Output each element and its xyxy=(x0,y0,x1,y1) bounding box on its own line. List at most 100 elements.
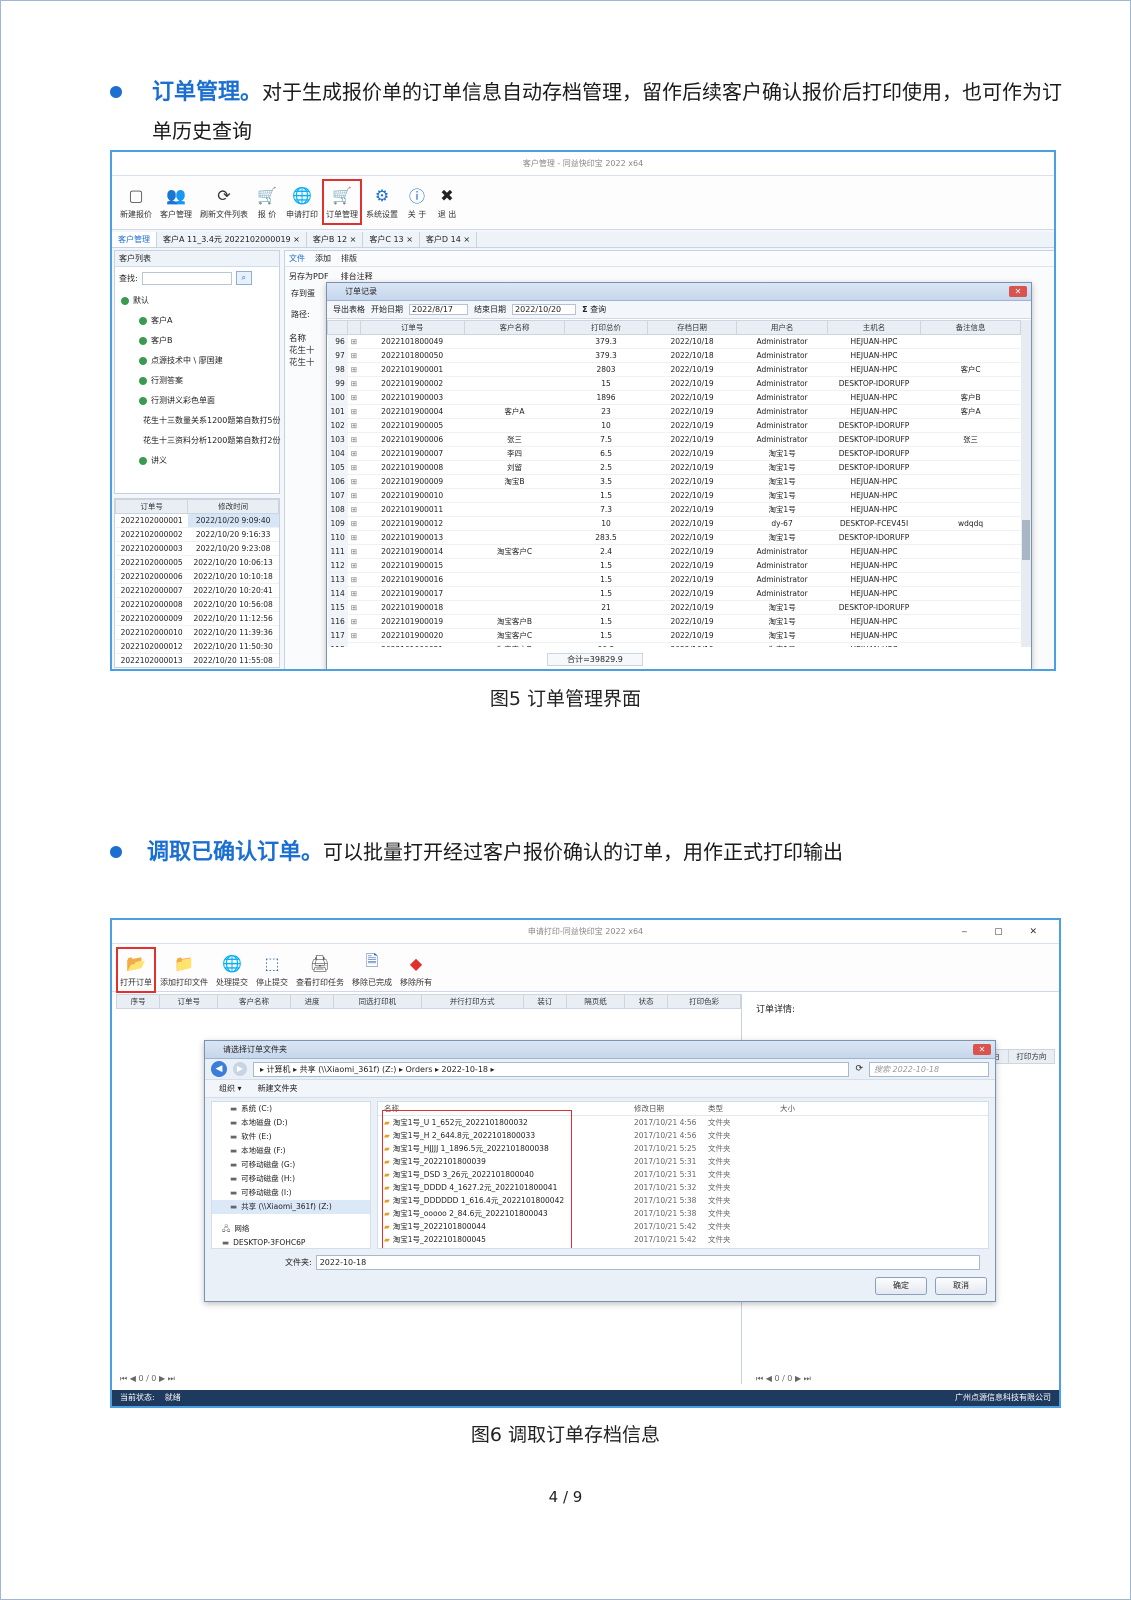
left-pager[interactable]: ⏮ ◀ 0 / 0 ▶ ⏭ xyxy=(120,1374,175,1384)
expand-icon[interactable]: ⊞ xyxy=(347,502,361,517)
expand-icon[interactable]: ⊞ xyxy=(347,516,361,531)
expand-icon[interactable]: ⊞ xyxy=(347,600,361,615)
exit-button[interactable]: ✖ 退 出 xyxy=(435,182,459,222)
quote-button[interactable]: 🛒 报 价 xyxy=(255,182,279,222)
tree-item[interactable]: 讲义 xyxy=(121,451,273,471)
scrollbar[interactable] xyxy=(1021,320,1031,647)
tree-item[interactable]: 花生十三数量关系1200题第自数打5份 xyxy=(121,411,280,431)
expand-icon[interactable]: ⊞ xyxy=(347,628,361,643)
column-header[interactable]: 并行打印方式 xyxy=(420,994,524,1009)
table-row[interactable]: 112 ⊞ 2022101900015 1.5 2022/10/19 Administra… xyxy=(327,558,1021,573)
table-row[interactable]: 110 ⊞ 2022101900013 283.5 2022/10/19 淘宝1号 DESK… xyxy=(327,530,1021,545)
tree-item[interactable]: 行测答案 xyxy=(121,371,273,391)
table-row[interactable]: 114 ⊞ 2022101900017 1.5 2022/10/19 Administra… xyxy=(327,586,1021,601)
table-row[interactable]: 2022102000005 2022/10/20 10:06:13 xyxy=(115,555,279,570)
table-row[interactable]: 2022102000001 2022/10/20 9:09:40 xyxy=(115,513,279,528)
column-header[interactable]: 客户名称 xyxy=(217,994,291,1009)
search-icon[interactable]: ⌕ xyxy=(235,271,252,285)
save-pdf-button[interactable]: 另存为PDF xyxy=(289,271,329,282)
add-print-file-button[interactable]: 📁 添加打印文件 xyxy=(159,950,209,990)
nav-item[interactable]: ▬ DESKTOP-3FOHC6P xyxy=(212,1236,370,1248)
column-header[interactable]: 订单号 xyxy=(115,499,189,514)
column-header[interactable]: 同选打印机 xyxy=(333,994,422,1009)
table-row[interactable]: 96 ⊞ 2022101800049 379.3 2022/10/18 Administr… xyxy=(327,334,1021,349)
back-icon[interactable]: ◀ xyxy=(211,1061,227,1077)
tab-3[interactable]: 客户C 13 × xyxy=(363,232,420,247)
print-request-button[interactable]: 🌐 申请打印 xyxy=(285,182,319,222)
close-icon[interactable]: ✕ xyxy=(1009,286,1027,297)
table-row[interactable]: 104 ⊞ 2022101900007 李四 6.5 2022/10/19 淘宝1号 DESK… xyxy=(327,446,1021,461)
refresh-file-list-button[interactable]: ⟳ 刷新文件列表 xyxy=(199,182,249,222)
folder-field[interactable]: 2022-10-18 xyxy=(315,1255,980,1270)
expand-icon[interactable]: ⊞ xyxy=(347,530,361,545)
expand-icon[interactable]: ⊞ xyxy=(347,348,361,363)
table-row[interactable]: 118⊞2022101900021淘宝客户D99.52022/10/19淘宝1号… xyxy=(327,642,1021,647)
nav-item[interactable]: ▬ 本地磁盘 (D:) xyxy=(212,1116,370,1130)
expand-icon[interactable]: ⊞ xyxy=(347,488,361,503)
window-controls[interactable]: ‒ ▢ ✕ xyxy=(962,920,1050,944)
table-row[interactable]: 100 ⊞ 2022101900003 1896 2022/10/19 Administr… xyxy=(327,390,1021,405)
table-row[interactable]: 2022102000013 2022/10/20 11:55:08 xyxy=(115,653,279,667)
table-row[interactable]: 115 ⊞ 2022101900018 21 2022/10/19 淘宝1号 DESKTOP… xyxy=(327,600,1021,615)
column-header[interactable]: 大小 xyxy=(774,1102,834,1115)
table-row[interactable]: 2022102000007 2022/10/20 10:20:41 xyxy=(115,583,279,598)
column-header[interactable]: 打印方向 xyxy=(1007,1049,1056,1064)
column-header[interactable]: 备注信息 xyxy=(920,320,1021,335)
tree-item[interactable]: 花生十三资料分析1200题第自数打2份 xyxy=(121,431,280,451)
table-row[interactable]: 106 ⊞ 2022101900009 淘宝B 3.5 2022/10/19 淘宝1号 HEJ… xyxy=(327,474,1021,489)
table-row[interactable]: 105 ⊞ 2022101900008 刘留 2.5 2022/10/19 淘宝1号 DESK… xyxy=(327,460,1021,475)
close-icon[interactable]: ✕ xyxy=(973,1044,991,1055)
tree-item[interactable]: 客户B xyxy=(121,331,273,351)
annotation-button[interactable]: 排台注释 xyxy=(341,271,373,282)
column-header[interactable]: 修改日期 xyxy=(628,1102,702,1115)
ribbon-tab[interactable]: 排版 xyxy=(341,253,357,264)
table-row[interactable]: 116 ⊞ 2022101900019 淘宝客户B 1.5 2022/10/19 淘宝1号 H… xyxy=(327,614,1021,629)
column-header[interactable]: 存档日期 xyxy=(646,320,738,335)
expand-icon[interactable]: ⊞ xyxy=(347,474,361,489)
tab-4[interactable]: 客户D 14 × xyxy=(420,232,478,247)
table-row[interactable]: 2022102000009 2022/10/20 11:12:56 xyxy=(115,611,279,626)
table-row[interactable]: 117 ⊞ 2022101900020 淘宝客户C 1.5 2022/10/19 淘宝1号 H… xyxy=(327,628,1021,643)
expand-icon[interactable]: ⊞ xyxy=(347,418,361,433)
nav-item[interactable]: ▬ 共享 (\\Xiaomi_361f) (Z:) xyxy=(212,1200,370,1214)
table-row[interactable]: 108 ⊞ 2022101900011 7.3 2022/10/19 淘宝1号 HEJUAN… xyxy=(327,502,1021,517)
column-header[interactable]: 打印色彩 xyxy=(667,994,741,1009)
table-row[interactable]: 109 ⊞ 2022101900012 10 2022/10/19 dy-67 DESKTO… xyxy=(327,516,1021,531)
query-button[interactable]: Σ 查询 xyxy=(582,304,606,315)
table-row[interactable]: 2022102000002 2022/10/20 9:16:33 xyxy=(115,527,279,542)
new-quote-button[interactable]: ▢ 新建报价 xyxy=(119,182,153,222)
export-table-button[interactable]: 导出表格 xyxy=(333,304,365,315)
expand-icon[interactable]: ⊞ xyxy=(347,446,361,461)
column-header[interactable] xyxy=(327,320,349,335)
system-settings-button[interactable]: ⚙ 系统设置 xyxy=(365,182,399,222)
ribbon-tab[interactable]: 文件 xyxy=(289,253,305,264)
column-header[interactable]: 客户名称 xyxy=(463,320,566,335)
start-date-field[interactable]: 2022/8/17 xyxy=(409,304,469,315)
nav-item[interactable]: ▬ 软件 (E:) xyxy=(212,1130,370,1144)
expand-icon[interactable]: ⊞ xyxy=(347,432,361,447)
expand-icon[interactable]: ⊞ xyxy=(347,376,361,391)
expand-icon[interactable]: ⊞ xyxy=(347,572,361,587)
ok-button[interactable]: 确定 xyxy=(875,1277,927,1295)
expand-icon[interactable]: ⊞ xyxy=(347,460,361,475)
refresh-icon[interactable]: ⟳ xyxy=(855,1064,863,1074)
tab-0[interactable]: 客户管理 xyxy=(112,232,157,247)
organize-menu[interactable]: 组织 ▾ xyxy=(219,1083,242,1094)
tree-item[interactable]: 行测讲义彩色单面 xyxy=(121,391,273,411)
column-header[interactable]: 状态 xyxy=(623,994,669,1009)
open-order-button[interactable]: 📂 打开订单 xyxy=(116,947,156,993)
expand-icon[interactable]: ⊞ xyxy=(347,334,361,349)
table-row[interactable]: 97 ⊞ 2022101800050 379.3 2022/10/18 Administr… xyxy=(327,348,1021,363)
customer-management-button[interactable]: 👥 客户管理 xyxy=(159,182,193,222)
column-header[interactable]: 打印总价 xyxy=(564,320,648,335)
table-row[interactable]: 2022102000012 2022/10/20 11:50:30 xyxy=(115,639,279,654)
table-row[interactable]: 2022102000008 2022/10/20 10:56:08 xyxy=(115,597,279,612)
expand-icon[interactable]: ⊞ xyxy=(347,362,361,377)
expand-icon[interactable]: ⊞ xyxy=(347,544,361,559)
remove-completed-button[interactable]: 🗎 移除已完成 xyxy=(351,950,393,990)
column-header[interactable]: 主机名 xyxy=(826,320,922,335)
column-header[interactable]: 装订 xyxy=(522,994,568,1009)
order-management-button[interactable]: 🛒 订单管理 xyxy=(322,179,362,225)
column-header[interactable]: 类型 xyxy=(702,1102,774,1115)
expand-icon[interactable]: ⊞ xyxy=(347,558,361,573)
